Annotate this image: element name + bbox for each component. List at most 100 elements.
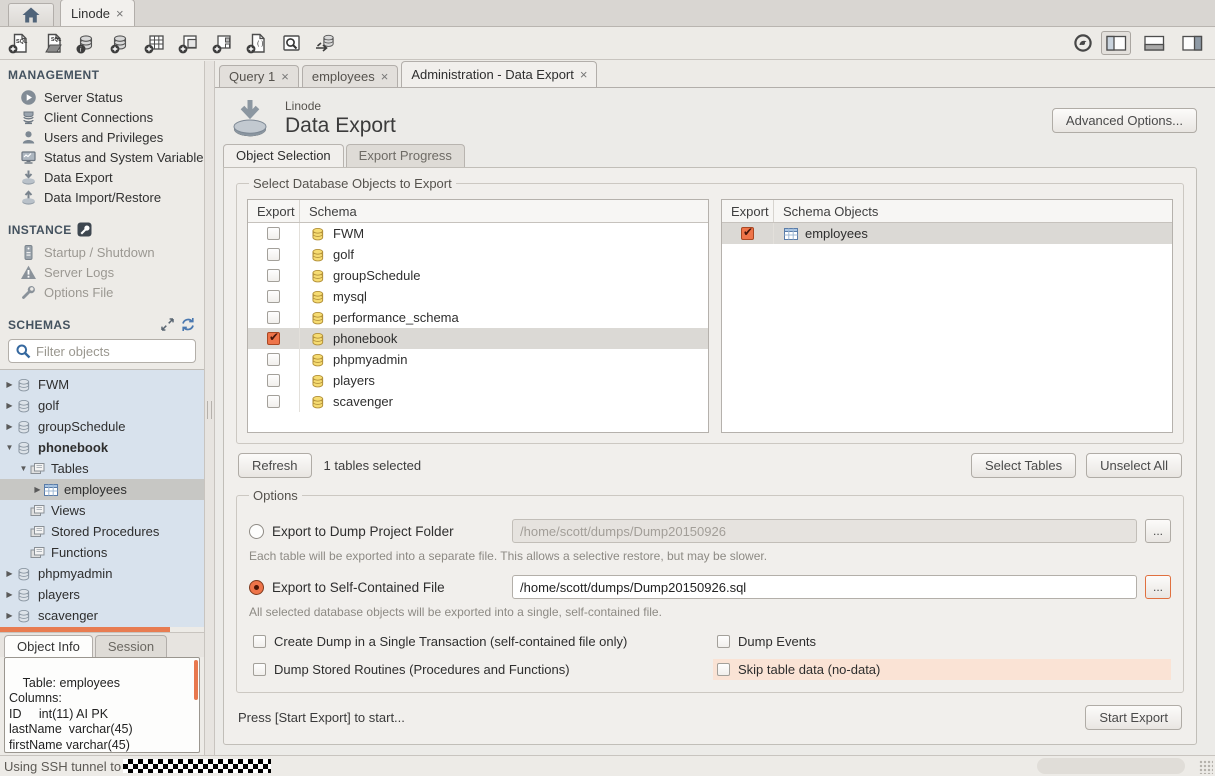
toggle-left-sidebar-button[interactable] [1101, 31, 1131, 55]
doc-tab-query-1[interactable]: Query 1× [219, 65, 299, 87]
export-checkbox-scavenger[interactable] [267, 395, 280, 408]
create-table-icon[interactable] [144, 32, 166, 54]
tree-item-scavenger[interactable]: ▶scavenger [0, 605, 204, 626]
tab-export-progress[interactable]: Export Progress [346, 144, 465, 167]
schema-filter-input[interactable] [36, 344, 212, 359]
export-checkbox-groupSchedule[interactable] [267, 269, 280, 282]
sidebar-item-data-import-restore[interactable]: Data Import/Restore [0, 187, 204, 207]
search-table-data-icon[interactable] [280, 32, 302, 54]
create-schema-icon[interactable] [110, 32, 132, 54]
tab-object-info[interactable]: Object Info [4, 635, 93, 657]
close-icon[interactable]: × [381, 69, 389, 84]
close-icon[interactable]: × [116, 6, 124, 21]
tree-item-phpmyadmin[interactable]: ▶phpmyadmin [0, 563, 204, 584]
expand-schemas-icon[interactable] [160, 317, 175, 332]
dump-project-folder-path-input[interactable] [512, 519, 1137, 543]
tree-item-golf[interactable]: ▶golf [0, 395, 204, 416]
create-function-icon[interactable]: () [246, 32, 268, 54]
open-sql-script-icon[interactable]: SQL [42, 32, 64, 54]
export-checkbox-performance_schema[interactable] [267, 311, 280, 324]
table-row-employees[interactable]: employees [722, 223, 1172, 244]
tree-item-fwm[interactable]: ▶FWM [0, 374, 204, 395]
sidebar-item-client-connections[interactable]: Client Connections [0, 107, 204, 127]
home-tab[interactable] [8, 3, 54, 26]
doc-tab-employees[interactable]: employees× [302, 65, 398, 87]
create-stored-procedure-icon[interactable] [212, 32, 234, 54]
option-dump-events[interactable]: Dump Events [713, 631, 1171, 652]
table-row-groupSchedule[interactable]: groupSchedule [248, 265, 708, 286]
tree-item-employees[interactable]: ▶employees [0, 479, 204, 500]
checkbox[interactable] [253, 635, 266, 648]
tab-session[interactable]: Session [95, 635, 167, 657]
export-checkbox-phonebook[interactable] [267, 332, 280, 345]
refresh-button[interactable]: Refresh [238, 453, 312, 478]
export-checkbox-golf[interactable] [267, 248, 280, 261]
connection-tab[interactable]: Linode × [60, 0, 135, 26]
table-row-mysql[interactable]: mysql [248, 286, 708, 307]
tree-expand-icon[interactable]: ▶ [4, 380, 15, 389]
tree-expand-icon[interactable]: ▶ [4, 611, 15, 620]
close-icon[interactable]: × [281, 69, 289, 84]
tree-expand-icon[interactable]: ▶ [4, 401, 15, 410]
start-export-button[interactable]: Start Export [1085, 705, 1182, 730]
sidebar-item-data-export[interactable]: Data Export [0, 167, 204, 187]
table-row-performance_schema[interactable]: performance_schema [248, 307, 708, 328]
dump-folder-browse-button[interactable]: ... [1145, 519, 1171, 543]
refresh-schemas-icon[interactable] [180, 317, 196, 332]
reconnect-database-icon[interactable] [314, 32, 338, 54]
option-dump-stored-routines-procedures-and-func[interactable]: Dump Stored Routines (Procedures and Fun… [249, 659, 713, 680]
tree-expand-icon[interactable]: ▶ [4, 590, 15, 599]
tree-item-stored-procedures[interactable]: Stored Procedures [0, 521, 204, 542]
sidebar-item-status-and-system-variables[interactable]: Status and System Variables [0, 147, 204, 167]
export-checkbox-phpmyadmin[interactable] [267, 353, 280, 366]
window-resize-grip[interactable] [1199, 760, 1213, 774]
unselect-all-button[interactable]: Unselect All [1086, 453, 1182, 478]
self-contained-browse-button[interactable]: ... [1145, 575, 1171, 599]
new-sql-tab-icon[interactable]: SQL [8, 32, 30, 54]
inspect-database-icon[interactable]: i [76, 32, 98, 54]
toggle-bottom-panel-button[interactable] [1139, 31, 1169, 55]
export-checkbox-employees[interactable] [741, 227, 754, 240]
close-icon[interactable]: × [580, 67, 588, 82]
tree-item-players[interactable]: ▶players [0, 584, 204, 605]
self-contained-file-radio[interactable] [249, 580, 264, 595]
horizontal-scrollbar[interactable] [1037, 758, 1185, 774]
select-tables-button[interactable]: Select Tables [971, 453, 1076, 478]
tree-item-tables[interactable]: ▼Tables [0, 458, 204, 479]
sidebar-item-server-status[interactable]: Server Status [0, 87, 204, 107]
instance-config-icon[interactable] [77, 222, 92, 237]
tree-collapse-icon[interactable]: ▼ [4, 443, 15, 452]
self-contained-file-path-input[interactable] [512, 575, 1137, 599]
toggle-right-sidebar-button[interactable] [1177, 31, 1207, 55]
option-skip-table-data-no-data-[interactable]: Skip table data (no-data) [713, 659, 1171, 680]
table-row-FWM[interactable]: FWM [248, 223, 708, 244]
tree-item-groupschedule[interactable]: ▶groupSchedule [0, 416, 204, 437]
checkbox[interactable] [717, 635, 730, 648]
advanced-options-button[interactable]: Advanced Options... [1052, 108, 1197, 133]
table-row-players[interactable]: players [248, 370, 708, 391]
checkbox[interactable] [717, 663, 730, 676]
sidebar-splitter[interactable] [204, 61, 215, 755]
tree-expand-icon[interactable]: ▶ [4, 569, 15, 578]
table-row-golf[interactable]: golf [248, 244, 708, 265]
tree-item-views[interactable]: Views [0, 500, 204, 521]
create-view-icon[interactable] [178, 32, 200, 54]
checkbox[interactable] [253, 663, 266, 676]
doc-tab-administration-data-export[interactable]: Administration - Data Export× [401, 61, 597, 87]
export-checkbox-FWM[interactable] [267, 227, 280, 240]
table-row-phpmyadmin[interactable]: phpmyadmin [248, 349, 708, 370]
tree-expand-icon[interactable]: ▶ [32, 485, 43, 494]
tree-collapse-icon[interactable]: ▼ [18, 464, 29, 473]
export-checkbox-players[interactable] [267, 374, 280, 387]
table-row-scavenger[interactable]: scavenger [248, 391, 708, 412]
export-checkbox-mysql[interactable] [267, 290, 280, 303]
tree-item-phonebook[interactable]: ▼phonebook [0, 437, 204, 458]
dump-project-folder-radio[interactable] [249, 524, 264, 539]
tab-object-selection[interactable]: Object Selection [223, 144, 344, 167]
option-create-dump-in-a-single-transaction-self[interactable]: Create Dump in a Single Transaction (sel… [249, 631, 713, 652]
tree-item-functions[interactable]: Functions [0, 542, 204, 563]
tree-expand-icon[interactable]: ▶ [4, 422, 15, 431]
sidebar-item-users-and-privileges[interactable]: Users and Privileges [0, 127, 204, 147]
table-row-phonebook[interactable]: phonebook [248, 328, 708, 349]
object-info-scrollbar[interactable] [194, 660, 198, 700]
